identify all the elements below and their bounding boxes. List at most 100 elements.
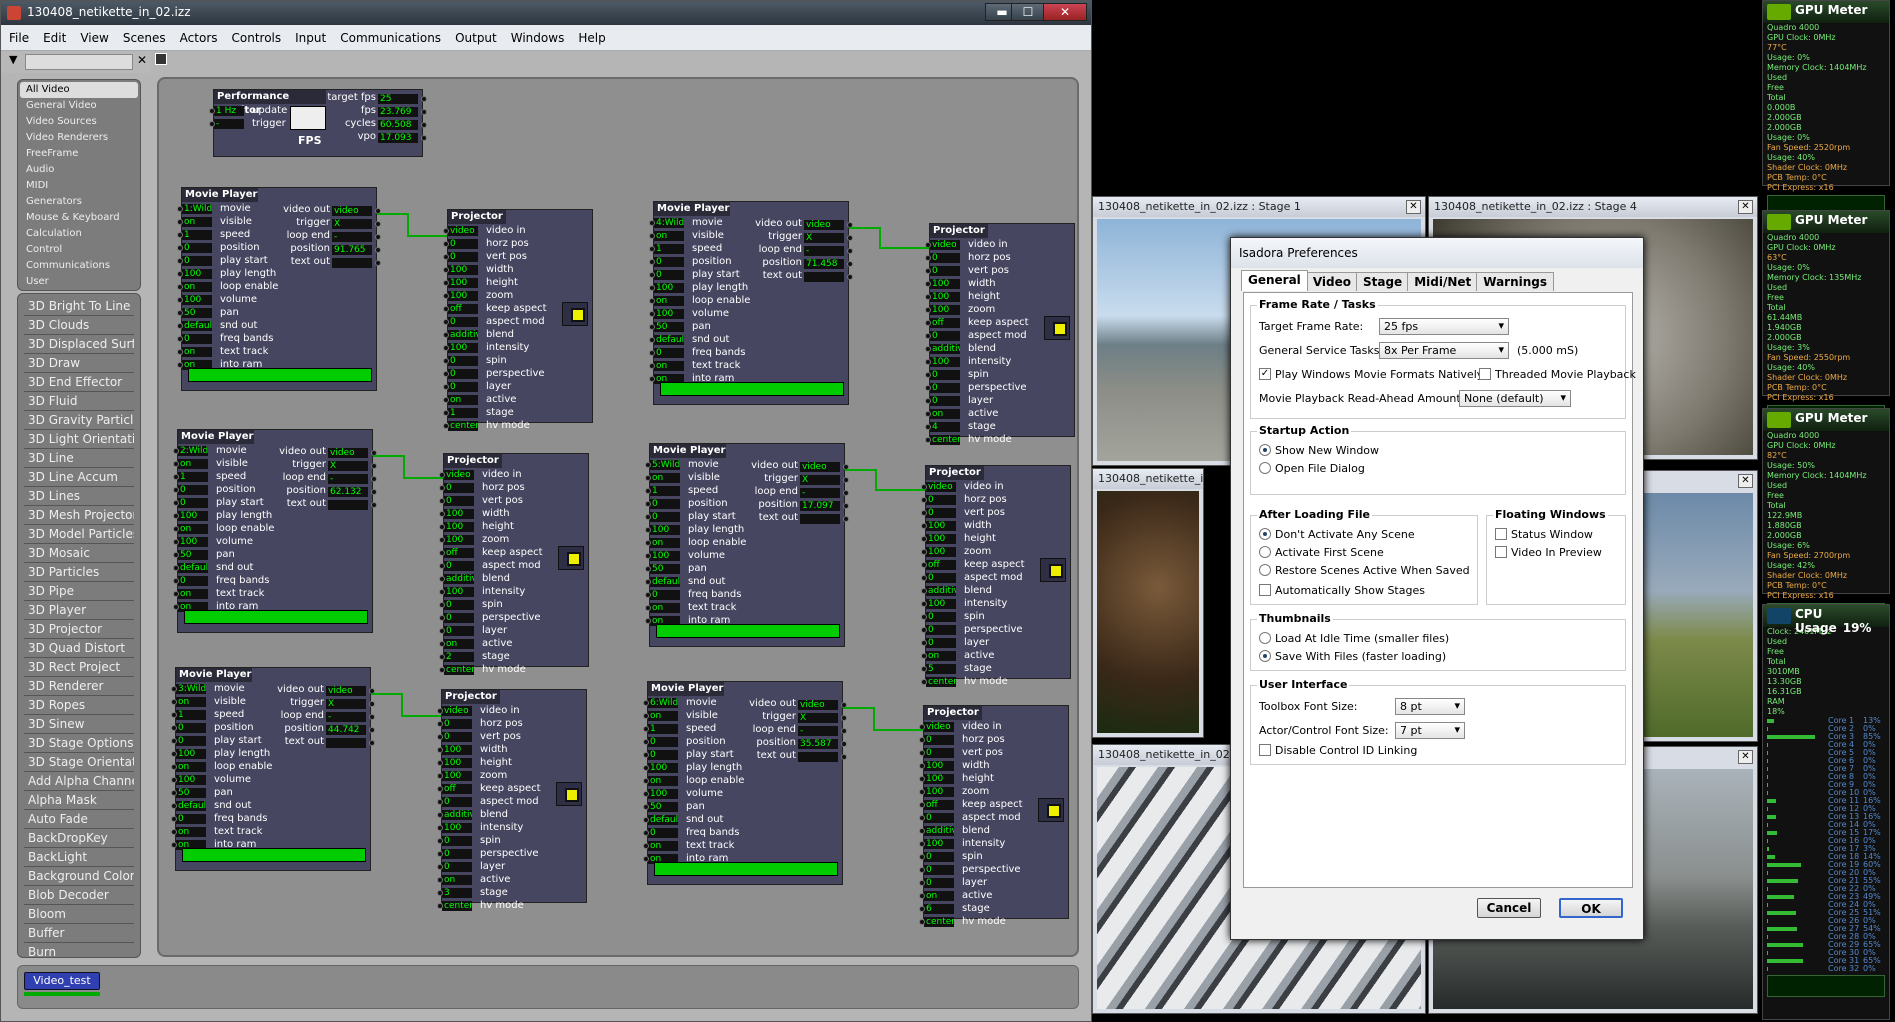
actor-list-item[interactable]: 3D Bright To Line [24, 297, 134, 316]
output-port[interactable] [371, 463, 377, 469]
input-port[interactable] [649, 376, 655, 382]
category-item[interactable]: General Video [20, 98, 138, 114]
input-value[interactable]: additive [930, 344, 960, 354]
input-value[interactable]: on [650, 603, 680, 613]
input-value[interactable]: 0 [176, 736, 206, 746]
input-port[interactable] [171, 738, 177, 744]
input-port[interactable] [443, 228, 449, 234]
input-port[interactable] [919, 802, 925, 808]
close-icon[interactable]: ✕ [1738, 750, 1753, 764]
input-value[interactable]: 100 [654, 309, 684, 319]
actor-list-item[interactable]: Add Alpha Channe [24, 772, 134, 791]
camera-icon[interactable] [155, 53, 167, 65]
actor-list-item[interactable]: BackLight [24, 848, 134, 867]
input-value[interactable]: 100 [178, 537, 208, 547]
input-port[interactable] [649, 285, 655, 291]
input-value[interactable]: on [930, 409, 960, 419]
input-port[interactable] [437, 903, 443, 909]
input-port[interactable] [443, 384, 449, 390]
input-port[interactable] [171, 842, 177, 848]
actor-list-item[interactable]: 3D Lines [24, 487, 134, 506]
projector-actor[interactable]: Projector video video in 0 horz pos 0 vert pos… [439, 453, 589, 675]
input-port[interactable] [925, 372, 931, 378]
input-port[interactable] [649, 324, 655, 330]
actor-list-item[interactable]: 3D Fluid [24, 392, 134, 411]
input-value[interactable]: 100 [178, 511, 208, 521]
input-value[interactable]: 0 [924, 852, 954, 862]
movie-player-actor[interactable]: Movie Player3:Wild_movieonvisible1speed0… [171, 667, 375, 871]
input-value[interactable]: 0 [924, 735, 954, 745]
output-port[interactable] [369, 714, 375, 720]
input-value[interactable]: 0 [930, 266, 960, 276]
gpu-meter-gadget[interactable]: GPU Meter Quadro 4000 GPU Clock: 0MHz 63°C U… [1762, 210, 1890, 435]
input-port[interactable] [643, 830, 649, 836]
input-value[interactable]: off [448, 304, 478, 314]
category-item[interactable]: All Video [20, 82, 138, 98]
input-port[interactable] [171, 829, 177, 835]
input-value[interactable]: video [924, 722, 954, 732]
actor-list-item[interactable]: Buffer [24, 924, 134, 943]
input-value[interactable]: on [182, 217, 212, 227]
input-port[interactable] [177, 258, 183, 264]
input-port[interactable] [439, 641, 445, 647]
input-value[interactable]: on [648, 841, 678, 851]
input-value[interactable]: 6:Wild_ [648, 698, 678, 708]
input-port[interactable] [919, 737, 925, 743]
input-port[interactable] [171, 751, 177, 757]
input-port[interactable] [921, 601, 927, 607]
input-value[interactable]: on [924, 891, 954, 901]
input-port[interactable] [643, 713, 649, 719]
open-file-radio[interactable] [1259, 462, 1271, 474]
actor-list-item[interactable]: 3D Projector [24, 620, 134, 639]
input-value[interactable]: 0 [442, 836, 472, 846]
category-item[interactable]: Video Renderers [20, 130, 138, 146]
connection-wire[interactable] [875, 489, 925, 491]
target-frame-rate-select[interactable]: 25 fps [1379, 318, 1509, 335]
output-port[interactable] [421, 122, 427, 128]
input-value[interactable]: additive [926, 586, 956, 596]
input-port[interactable] [439, 563, 445, 569]
output-port[interactable] [843, 477, 849, 483]
input-value[interactable]: 0 [930, 331, 960, 341]
input-port[interactable] [921, 575, 927, 581]
movie-player-actor[interactable]: Movie Player4:Wild_movieonvisible1speed0… [649, 201, 853, 405]
connection-wire[interactable] [407, 213, 409, 237]
input-port[interactable] [177, 284, 183, 290]
output-port[interactable] [375, 247, 381, 253]
performance-monitor-actor[interactable]: Performance Monitor1 Hz update-trigger FPS… [209, 89, 427, 157]
input-port[interactable] [921, 562, 927, 568]
input-port[interactable] [173, 604, 179, 610]
input-value[interactable]: 0 [178, 498, 208, 508]
tab-video[interactable]: Video [1305, 272, 1358, 291]
input-port[interactable] [919, 841, 925, 847]
input-value[interactable]: 0 [448, 252, 478, 262]
input-port[interactable] [443, 254, 449, 260]
output-port[interactable] [371, 502, 377, 508]
input-value[interactable]: 1 [178, 472, 208, 482]
gpu-meter-gadget[interactable]: GPU Meter Quadro 4000 GPU Clock: 0MHz 82°C U… [1762, 408, 1890, 633]
input-value[interactable]: 0 [930, 396, 960, 406]
connection-wire[interactable] [401, 715, 441, 717]
input-value[interactable]: 5:Wild_ [650, 460, 680, 470]
input-value[interactable]: 100 [442, 771, 472, 781]
input-port[interactable] [443, 280, 449, 286]
actor-list-item[interactable]: Burn [24, 943, 134, 957]
input-port[interactable] [173, 552, 179, 558]
connection-wire[interactable] [377, 213, 407, 215]
input-port[interactable] [437, 825, 443, 831]
actor-list-item[interactable]: 3D Rect Project [24, 658, 134, 677]
input-value[interactable]: 0 [448, 369, 478, 379]
input-value[interactable]: 0 [448, 317, 478, 327]
output-port[interactable] [843, 503, 849, 509]
input-port[interactable] [645, 514, 651, 520]
input-port[interactable] [919, 867, 925, 873]
connection-wire[interactable] [875, 469, 877, 489]
input-port[interactable] [925, 359, 931, 365]
input-value[interactable]: 0 [924, 813, 954, 823]
readahead-select[interactable]: None (default) [1459, 390, 1571, 407]
input-value[interactable]: 100 [444, 587, 474, 597]
input-value[interactable]: 0 [442, 797, 472, 807]
input-port[interactable] [171, 699, 177, 705]
category-item[interactable]: FreeFrame [20, 146, 138, 162]
input-port[interactable] [645, 592, 651, 598]
